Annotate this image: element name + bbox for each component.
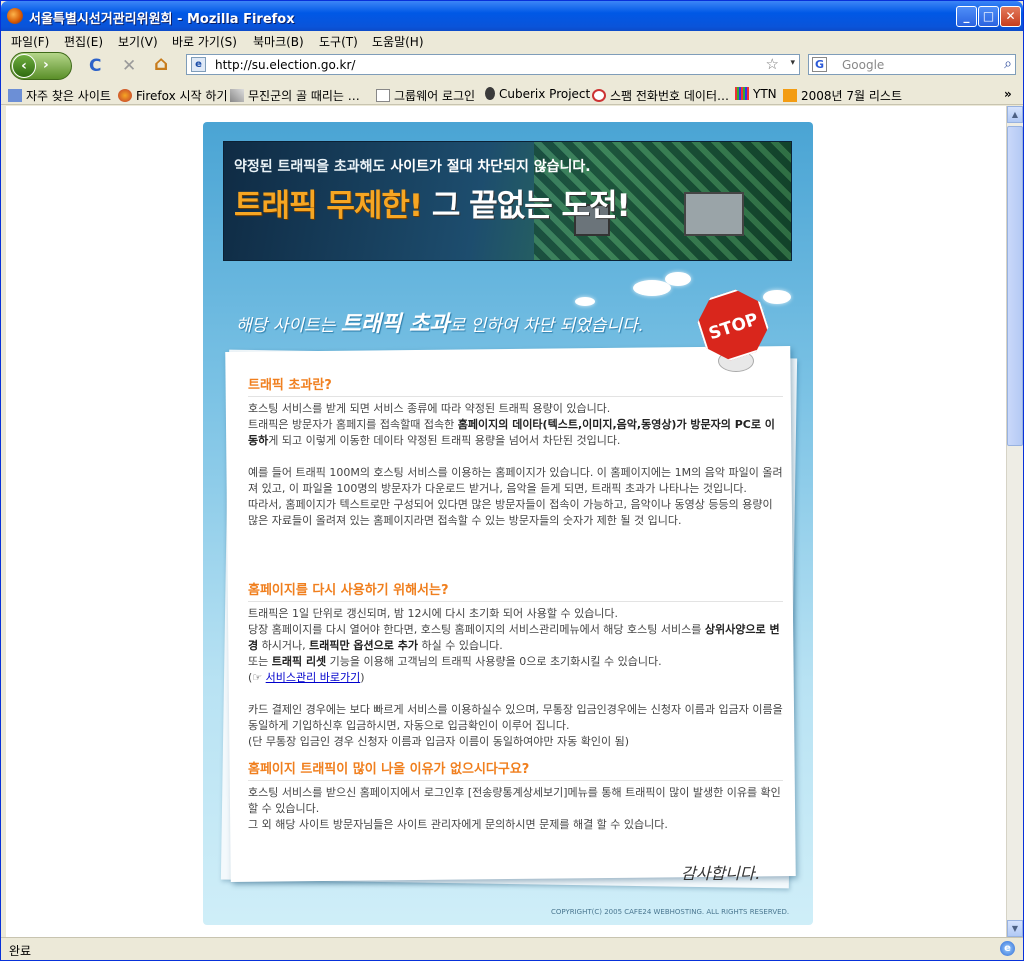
url-dropdown-icon[interactable]: ▾ bbox=[790, 58, 795, 68]
search-input[interactable]: Google bbox=[842, 58, 884, 72]
bookmark-item[interactable]: 2008년 7월 리스트 bbox=[783, 87, 902, 104]
scrollbar-thumb[interactable] bbox=[1007, 126, 1023, 446]
bookmarks-toolbar: 자주 찾은 사이트 Firefox 시작 하기 무진군의 골 때리는 … 그룹웨… bbox=[1, 83, 1023, 105]
back-button[interactable]: ‹ bbox=[12, 54, 36, 78]
traffic-notice-panel: 약정된 트래픽을 초과해도 사이트가 절대 차단되지 않습니다. 트래픽 무제한… bbox=[203, 122, 813, 925]
section-title: 홈페이지 트래픽이 많이 나올 이유가 없으시다구요? bbox=[248, 758, 783, 781]
cloud-graphic bbox=[575, 297, 595, 306]
status-text: 완료 bbox=[9, 944, 32, 958]
title-bar[interactable]: 서울특별시선거관리위원회 - Mozilla Firefox _ □ ✕ bbox=[1, 1, 1023, 31]
menu-view[interactable]: 보기(V) bbox=[118, 33, 158, 50]
section-text: 호스팅 서비스를 받으신 홈페이지에서 로그인후 [전송량통계상세보기]메뉴를 … bbox=[248, 786, 781, 815]
reload-button[interactable]: C bbox=[89, 57, 101, 75]
minimize-button[interactable]: _ bbox=[956, 6, 977, 27]
bookmark-item[interactable]: 그룹웨어 로그인 bbox=[376, 87, 475, 104]
banner-subtitle: 약정된 트래픽을 초과해도 사이트가 절대 차단되지 않습니다. bbox=[234, 159, 591, 175]
section-text: 그 외 해당 사이트 방문자님들은 사이트 관리자에게 문의하시면 문제를 해결… bbox=[248, 818, 668, 831]
menu-file[interactable]: 파일(F) bbox=[11, 33, 49, 50]
thanks-signature: 감사합니다. bbox=[681, 864, 760, 883]
google-engine-icon[interactable]: G bbox=[812, 57, 827, 72]
window-title: 서울특별시선거관리위원회 - Mozilla Firefox bbox=[29, 12, 295, 27]
back-forward-group: ‹ › bbox=[10, 52, 72, 80]
service-management-link[interactable]: 서비스관리 바로가기 bbox=[266, 671, 361, 684]
bookmark-item[interactable]: 자주 찾은 사이트 bbox=[8, 87, 111, 104]
section-text: 호스팅 서비스를 받게 되면 서비스 종류에 따라 약정된 트래픽 용량이 있습… bbox=[248, 402, 611, 415]
menu-tools[interactable]: 도구(T) bbox=[319, 33, 358, 50]
vertical-scrollbar[interactable]: ▲ ▼ bbox=[1006, 106, 1023, 937]
section-text: 카드 결제인 경우에는 보다 빠르게 서비스를 이용하실수 있으며, 무통장 입… bbox=[248, 703, 783, 732]
section-reuse-homepage: 홈페이지를 다시 사용하기 위해서는? 트래픽은 1일 단위로 갱신되며, 밤 … bbox=[248, 579, 783, 750]
section-traffic-overage: 트래픽 초과란? 호스팅 서비스를 받게 되면 서비스 종류에 따라 약정된 트… bbox=[248, 374, 783, 529]
url-text[interactable]: http://su.election.go.kr/ bbox=[215, 58, 355, 72]
scroll-up-arrow-icon[interactable]: ▲ bbox=[1007, 106, 1023, 123]
bookmark-item[interactable]: 무진군의 골 때리는 … bbox=[230, 87, 360, 104]
scroll-down-arrow-icon[interactable]: ▼ bbox=[1007, 920, 1023, 937]
bookmark-star-icon[interactable]: ☆ bbox=[766, 55, 779, 73]
section-title: 트래픽 초과란? bbox=[248, 374, 783, 397]
section-title: 홈페이지를 다시 사용하기 위해서는? bbox=[248, 579, 783, 602]
bookmark-item[interactable]: YTN bbox=[735, 87, 777, 101]
chip-graphic bbox=[684, 192, 744, 236]
section-text: (단 무통장 입금인 경우 신청자 이름과 입금자 이름이 동일하여야만 자동 … bbox=[248, 735, 630, 748]
stop-button[interactable]: ✕ bbox=[122, 57, 136, 75]
section-text: 예를 들어 트래픽 100M의 호스팅 서비스를 이용하는 홈페이지가 있습니다… bbox=[248, 466, 783, 495]
menu-help[interactable]: 도움말(H) bbox=[372, 33, 424, 50]
bookmark-item[interactable]: Firefox 시작 하기 bbox=[118, 87, 228, 104]
menu-bookmarks[interactable]: 북마크(B) bbox=[253, 33, 304, 50]
section-why-traffic: 홈페이지 트래픽이 많이 나올 이유가 없으시다구요? 호스팅 서비스를 받으신… bbox=[248, 758, 783, 833]
home-button[interactable]: ⌂ bbox=[154, 53, 168, 73]
banner-headline: 트래픽 무제한! 그 끝없는 도전! bbox=[234, 188, 631, 224]
menu-bar: 파일(F) 편집(E) 보기(V) 바로 가기(S) 북마크(B) 도구(T) … bbox=[1, 31, 1023, 49]
page-viewport: 약정된 트래픽을 초과해도 사이트가 절대 차단되지 않습니다. 트래픽 무제한… bbox=[6, 106, 1006, 937]
forward-button[interactable]: › bbox=[43, 57, 49, 73]
status-bar: 완료 e bbox=[1, 937, 1023, 960]
search-icon[interactable]: ⌕ bbox=[1004, 56, 1012, 72]
maximize-button[interactable]: □ bbox=[978, 6, 999, 27]
section-text: (☞ 서비스관리 바로가기) bbox=[248, 671, 365, 684]
search-bar[interactable]: G Google ⌕ bbox=[808, 54, 1016, 75]
bookmark-item[interactable]: Cuberix Project bbox=[485, 87, 590, 101]
cloud-graphic bbox=[665, 272, 691, 286]
menu-go[interactable]: 바로 가기(S) bbox=[172, 33, 237, 50]
address-bar[interactable]: e http://su.election.go.kr/ ☆ ▾ bbox=[186, 54, 800, 75]
section-text: 트래픽은 1일 단위로 갱신되며, 밤 12시에 다시 초기화 되어 사용할 수… bbox=[248, 607, 619, 620]
traffic-banner[interactable]: 약정된 트래픽을 초과해도 사이트가 절대 차단되지 않습니다. 트래픽 무제한… bbox=[223, 141, 792, 261]
firefox-logo-icon bbox=[7, 8, 23, 24]
cloud-graphic bbox=[633, 280, 671, 296]
cloud-graphic bbox=[763, 290, 791, 304]
blocked-message: 해당 사이트는 트래픽 초과로 인하여 차단 되었습니다. bbox=[236, 311, 644, 337]
page-icon: e bbox=[191, 57, 206, 72]
browser-window: 서울특별시선거관리위원회 - Mozilla Firefox _ □ ✕ 파일(… bbox=[0, 0, 1024, 961]
bookmarks-overflow-button[interactable]: » bbox=[1004, 87, 1012, 101]
section-text: 당장 홈페이지를 다시 열어야 한다면, 호스팅 홈페이지의 서비스관리메뉴에서… bbox=[248, 623, 780, 652]
copyright-text: COPYRIGHT(C) 2005 CAFE24 WEBHOSTING. ALL… bbox=[551, 908, 790, 916]
section-text: 트래픽은 방문자가 홈페지를 접속할때 접속한 홈페이지의 데이타(텍스트,이미… bbox=[248, 418, 775, 447]
section-text: 따라서, 홈페이지가 텍스트로만 구성되어 있다면 많은 방문자들이 접속이 가… bbox=[248, 498, 773, 527]
close-button[interactable]: ✕ bbox=[1000, 6, 1021, 27]
section-text: 또는 트래픽 리셋 기능을 이용해 고객님의 트래픽 사용량을 0으로 초기화시… bbox=[248, 655, 662, 668]
ie-tab-icon[interactable]: e bbox=[1000, 941, 1015, 956]
bookmark-item[interactable]: 스팸 전화번호 데이터… bbox=[592, 87, 729, 104]
menu-edit[interactable]: 편집(E) bbox=[64, 33, 103, 50]
